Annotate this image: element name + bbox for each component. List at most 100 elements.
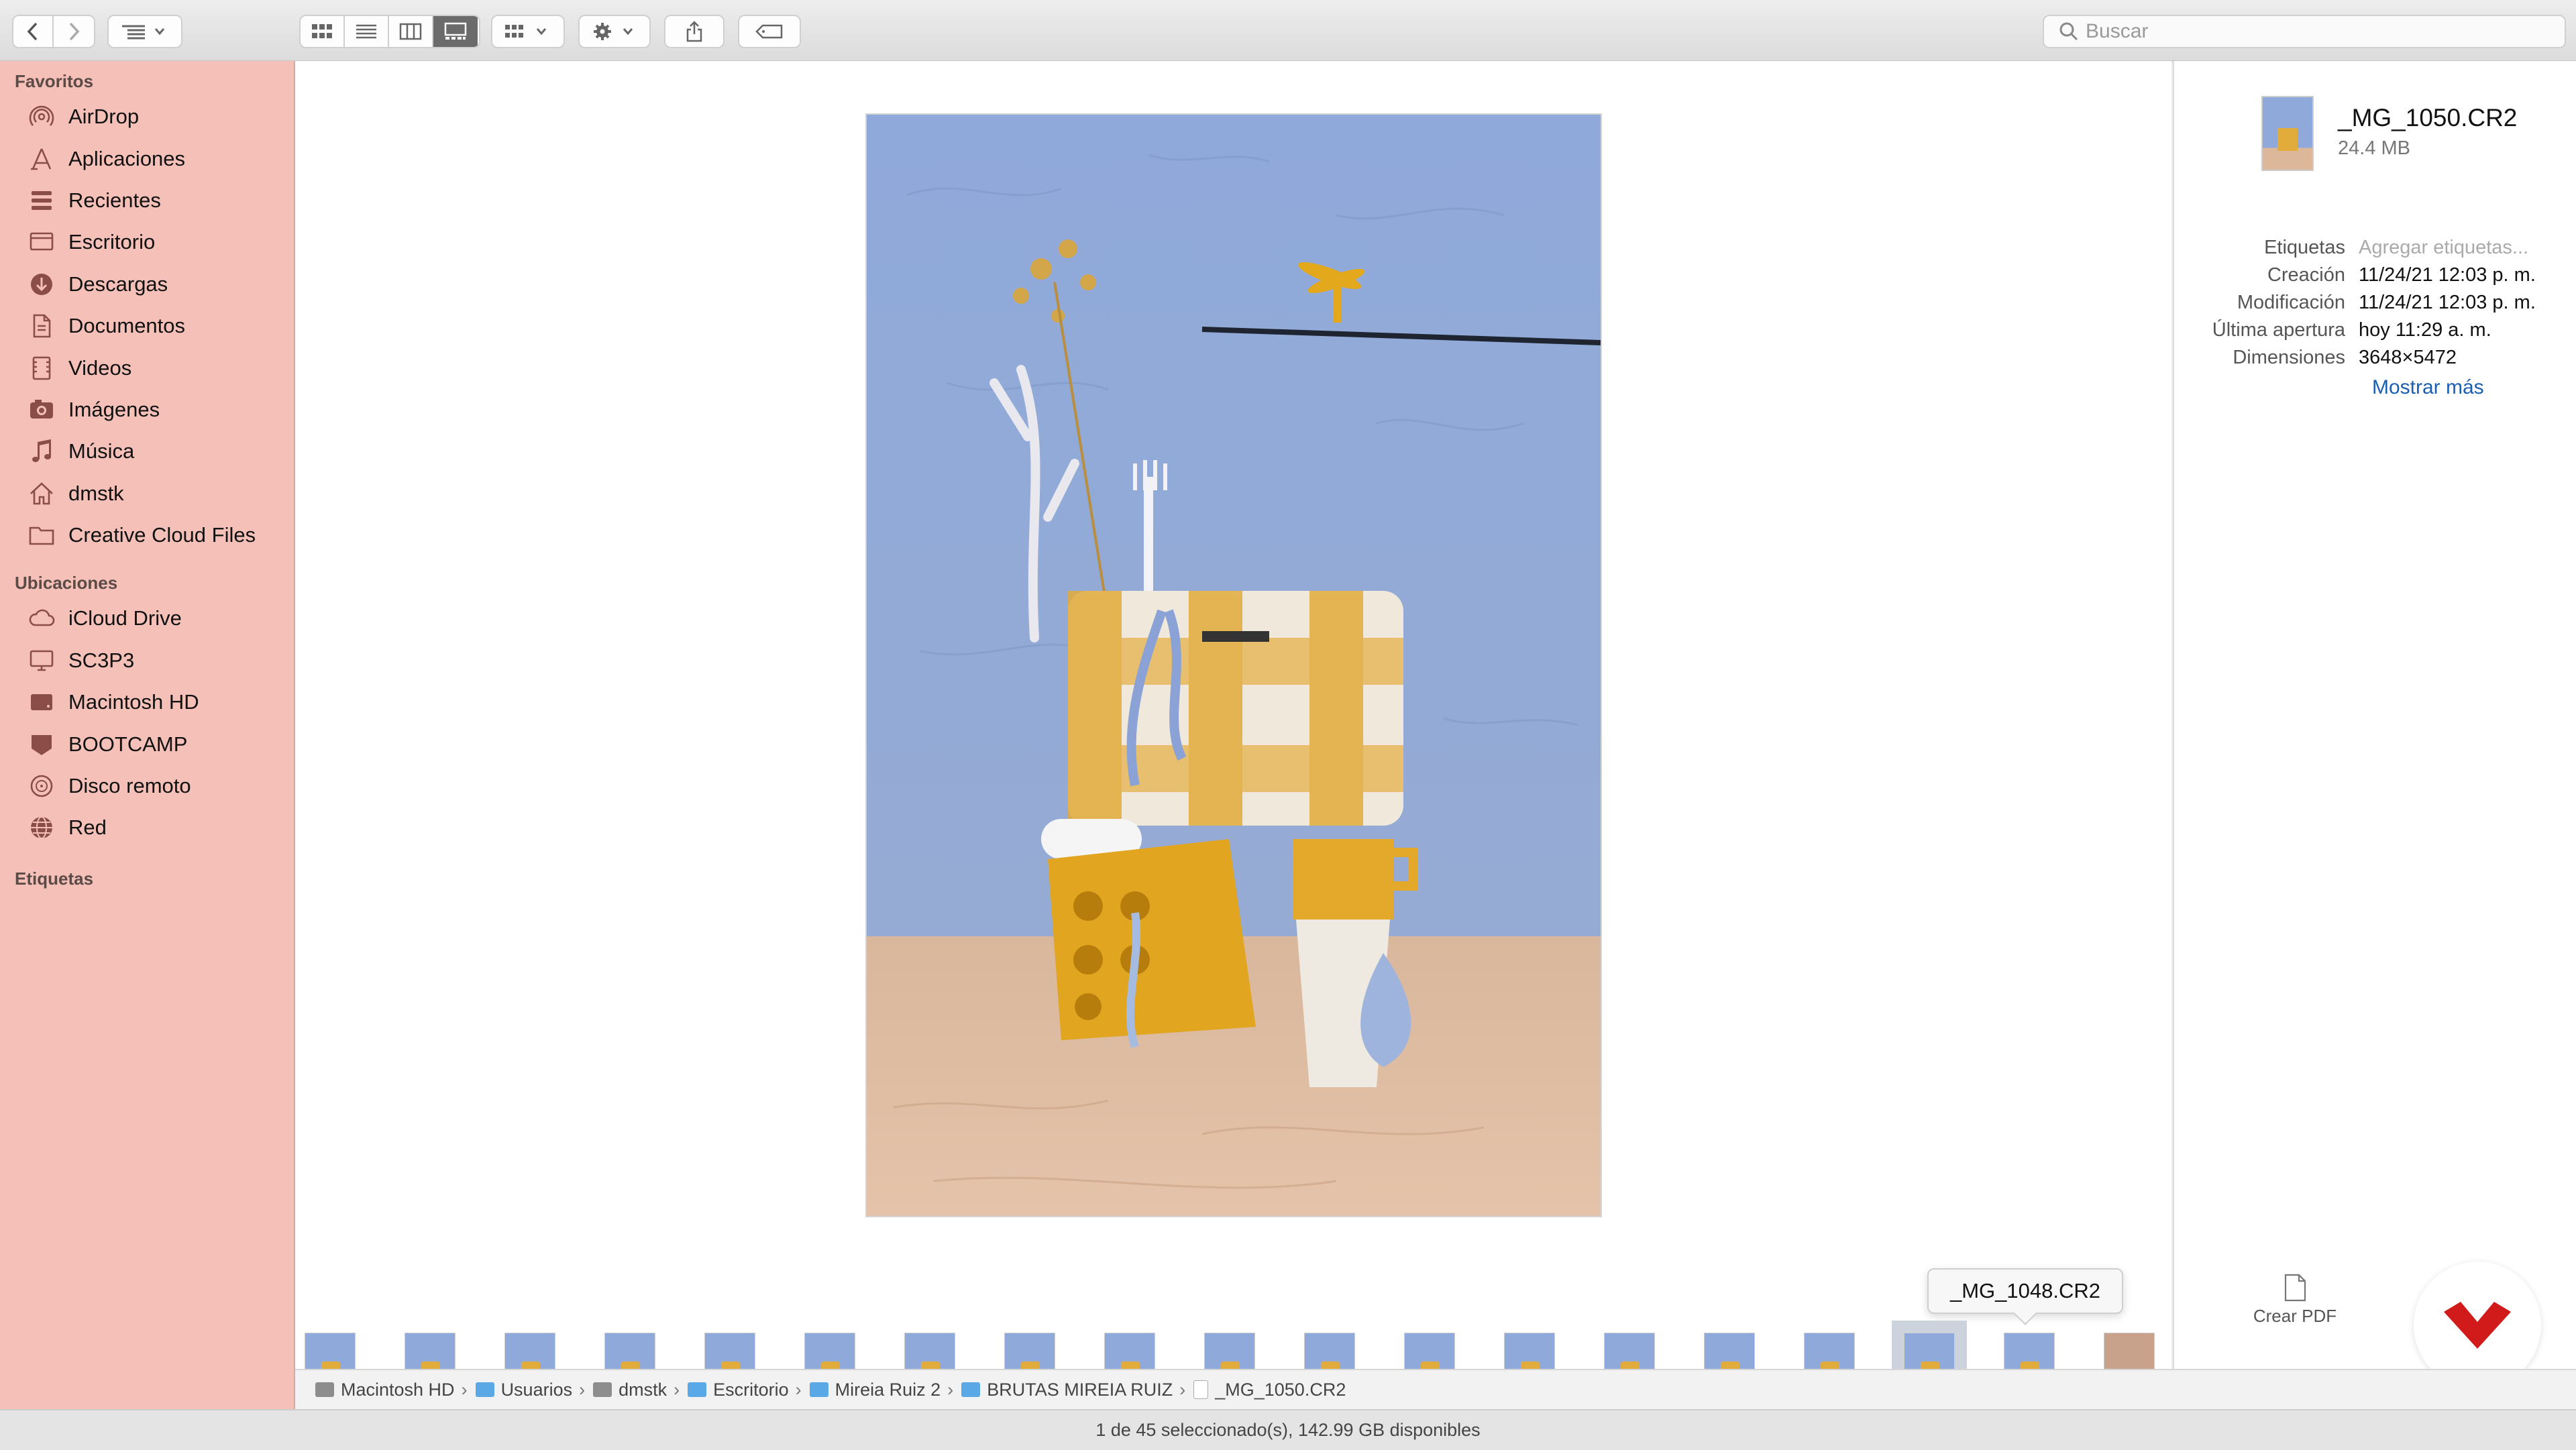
sidebar-item-airdrop[interactable]: AirDrop: [0, 96, 294, 137]
sidebar-item-label: AirDrop: [68, 105, 140, 129]
recents-icon: [27, 186, 56, 215]
view-mode-segmented: [299, 15, 480, 48]
status-bar: 1 de 45 seleccionado(s), 142.99 GB dispo…: [0, 1409, 2576, 1450]
sidebar-item-escritorio[interactable]: Escritorio: [0, 221, 294, 263]
share-icon: [686, 21, 702, 42]
file-icon: [1193, 1380, 1209, 1399]
info-key: Modificación: [2237, 292, 2345, 313]
info-key: Última apertura: [2212, 319, 2345, 341]
path-separator: ›: [674, 1379, 680, 1400]
gear-icon: [594, 23, 633, 40]
column-view-button[interactable]: [389, 16, 433, 47]
icon-view-button[interactable]: [301, 16, 345, 47]
sidebar-item-label: Imágenes: [68, 397, 160, 421]
show-more-link[interactable]: Mostrar más: [2372, 376, 2484, 399]
path-crumb[interactable]: dmstk ›: [593, 1380, 688, 1400]
sidebar-item-documentos[interactable]: Documentos: [0, 305, 294, 347]
sidebar-item-sc3p3[interactable]: SC3P3: [0, 640, 294, 681]
info-value: hoy 11:29 a. m.: [2359, 319, 2491, 341]
folder-icon: [475, 1382, 494, 1397]
sidebar-item-red[interactable]: Red: [0, 807, 294, 848]
downloads-icon: [27, 270, 56, 299]
sidebar-item-videos[interactable]: Videos: [0, 347, 294, 388]
applications-icon: [27, 144, 56, 174]
arrange-button[interactable]: [491, 15, 565, 48]
airdrop-icon: [27, 102, 56, 131]
list-icon: [356, 24, 376, 39]
share-button[interactable]: [664, 15, 724, 48]
tags-button[interactable]: [738, 15, 801, 48]
home-icon: [593, 1382, 612, 1397]
path-separator: ›: [579, 1379, 586, 1400]
folder-icon: [688, 1382, 707, 1397]
path-separator: ›: [947, 1379, 954, 1400]
forward-button[interactable]: [54, 16, 94, 47]
sidebar-item-musica[interactable]: Música: [0, 431, 294, 472]
locations-header: Ubicaciones: [15, 573, 118, 594]
sidebar-item-macintosh-hd[interactable]: Macintosh HD: [0, 681, 294, 723]
sidebar-item-label: Macintosh HD: [68, 690, 199, 714]
search-placeholder: Buscar: [2086, 20, 2149, 42]
search-icon: [2059, 22, 2078, 41]
path-crumb[interactable]: Macintosh HD ›: [315, 1380, 476, 1400]
image-preview[interactable]: [865, 113, 1602, 1217]
path-separator: ›: [1179, 1379, 1186, 1400]
sidebar: Favoritos AirDrop Aplicaciones Recientes…: [0, 61, 295, 1409]
bootcamp-disk-icon: [27, 730, 56, 759]
path-crumb-label: Macintosh HD: [341, 1379, 455, 1400]
path-crumb[interactable]: Mireia Ruiz 2 ›: [809, 1379, 962, 1400]
sidebar-item-aplicaciones[interactable]: Aplicaciones: [0, 137, 294, 179]
back-button[interactable]: [13, 16, 54, 47]
group-by-button[interactable]: [107, 15, 182, 48]
sidebar-item-creative-cloud[interactable]: Creative Cloud Files: [0, 514, 294, 556]
documents-icon: [27, 311, 56, 341]
file-size: 24.4 MB: [2338, 137, 2410, 159]
gallery-view-button[interactable]: [433, 16, 478, 47]
sidebar-item-imagenes[interactable]: Imágenes: [0, 389, 294, 431]
remote-disc-icon: [27, 771, 56, 801]
path-crumb[interactable]: _MG_1050.CR2: [1193, 1380, 1346, 1400]
arrange-grid-icon: [505, 25, 547, 38]
sidebar-item-label: Creative Cloud Files: [68, 523, 256, 547]
info-row-last-opened: Última apertura hoy 11:29 a. m.: [2174, 319, 2576, 346]
sidebar-item-recientes[interactable]: Recientes: [0, 180, 294, 221]
create-pdf-button[interactable]: Crear PDF: [2241, 1274, 2349, 1341]
sidebar-item-label: Recientes: [68, 188, 161, 212]
folder-icon: [27, 520, 56, 550]
info-row-dimensions: Dimensiones 3648×5472: [2174, 347, 2576, 374]
sidebar-item-label: SC3P3: [68, 648, 135, 672]
sidebar-item-label: Red: [68, 816, 107, 840]
file-name: _MG_1050.CR2: [2338, 104, 2518, 131]
list-options-icon: [122, 25, 165, 40]
nav-buttons: [12, 15, 95, 48]
sidebar-item-descargas[interactable]: Descargas: [0, 264, 294, 305]
sidebar-item-icloud-drive[interactable]: iCloud Drive: [0, 598, 294, 639]
sidebar-item-bootcamp[interactable]: BOOTCAMP: [0, 723, 294, 765]
path-separator: ›: [795, 1379, 802, 1400]
gallery-view: _MG_1048.CR2: [295, 61, 2171, 1409]
pictures-icon: [27, 395, 56, 425]
path-crumb-label: BRUTAS MIREIA RUIZ: [987, 1379, 1173, 1400]
info-value: 11/24/21 12:03 p. m.: [2359, 264, 2536, 286]
cloud-icon: [27, 604, 56, 633]
tag-icon: [755, 24, 783, 39]
path-crumb-label: _MG_1050.CR2: [1215, 1379, 1346, 1400]
sidebar-item-label: Escritorio: [68, 230, 156, 254]
path-crumb[interactable]: Usuarios ›: [475, 1379, 594, 1400]
file-thumbnail: [2261, 96, 2314, 171]
action-button[interactable]: [578, 15, 651, 48]
list-view-button[interactable]: [345, 16, 389, 47]
path-crumb[interactable]: BRUTAS MIREIA RUIZ ›: [961, 1380, 1193, 1400]
sidebar-item-dmstk[interactable]: dmstk: [0, 473, 294, 514]
path-crumb-label: Escritorio: [713, 1379, 789, 1400]
sidebar-item-disco-remoto[interactable]: Disco remoto: [0, 765, 294, 807]
grid-icon: [312, 24, 332, 38]
favorites-header: Favoritos: [15, 71, 94, 91]
info-row-tags[interactable]: Etiquetas Agregar etiquetas...: [2174, 237, 2576, 264]
pdf-document-icon: [2284, 1274, 2306, 1302]
info-key: Creación: [2267, 264, 2345, 286]
red-v-logo-icon: [2444, 1302, 2511, 1349]
path-bar: Macintosh HD › Usuarios › dmstk › Escritorio › M…: [295, 1369, 2576, 1409]
search-field[interactable]: Buscar: [2043, 15, 2566, 48]
path-crumb[interactable]: Escritorio ›: [688, 1380, 810, 1400]
